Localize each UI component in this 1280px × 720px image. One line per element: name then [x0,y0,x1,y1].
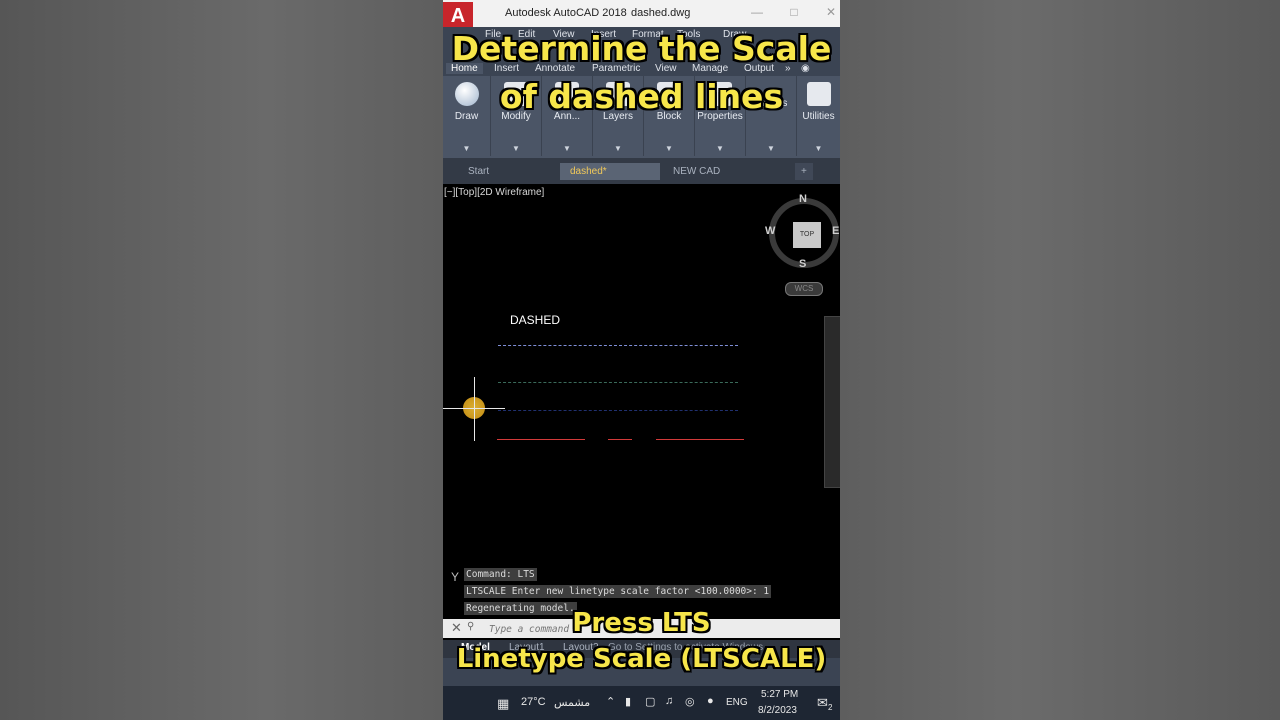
navigation-bar[interactable] [824,316,840,488]
network-icon[interactable]: ◎ [685,695,695,708]
chevron-down-icon[interactable]: ▼ [746,144,796,153]
caption-title-line2: of dashed lines [499,77,784,116]
autocad-window: A Autodesk AutoCAD 2018 dashed.dwg — □ ✕… [443,0,840,720]
compass-west[interactable]: W [765,225,775,237]
battery-icon[interactable]: ▮ [625,695,631,708]
wcs-menu[interactable]: WCS [785,282,823,296]
clock-time[interactable]: 5:27 PM [761,689,798,700]
compass-north[interactable]: N [799,193,807,205]
dashed-line-1[interactable] [498,345,738,347]
add-tab-button[interactable]: + [795,163,813,180]
crosshair-cursor [474,377,475,441]
caption-bottom-line1: Press LTS [572,608,711,638]
caption-bottom-line2: Linetype Scale (LTSCALE) [456,644,827,674]
weather-temp[interactable]: 27°C [521,696,546,708]
dashed-line-3[interactable] [498,410,738,412]
close-icon[interactable]: ✕ [824,5,838,19]
chevron-down-icon[interactable]: ▼ [644,144,694,153]
chevron-down-icon[interactable]: ▼ [797,144,840,153]
clock-date[interactable]: 8/2/2023 [758,705,797,716]
meet-icon[interactable]: ▢ [645,695,655,708]
chevron-down-icon[interactable]: ▼ [695,144,745,153]
microphone-icon[interactable]: ● [707,695,714,707]
doc-tab-dashed[interactable]: dashed* ✕ [560,163,660,194]
maximize-icon[interactable]: □ [787,5,801,19]
viewcube-top[interactable]: TOP [793,222,821,248]
document-tabs: Start dashed* ✕ NEW CAD TEMPLATE* ✕ + [443,158,840,194]
drawing-canvas[interactable]: [−][Top][2D Wireframe] TOP N S E W WCS D… [443,184,840,564]
minimize-icon[interactable]: — [750,5,764,19]
red-dashed-line[interactable] [656,439,744,440]
language-indicator[interactable]: ENG [726,697,748,708]
title-bar: A Autodesk AutoCAD 2018 dashed.dwg — □ ✕ [443,0,840,30]
viewport-controls[interactable]: [−][Top][2D Wireframe] [444,187,544,198]
autocad-logo-icon[interactable]: A [443,2,473,30]
notification-count: 2 [828,703,833,712]
news-icon[interactable]: ▦ [497,696,509,712]
doc-tab-template[interactable]: NEW CAD TEMPLATE* ✕ [663,163,788,194]
notification-icon[interactable]: ✉ [817,695,828,711]
red-dashed-line[interactable] [608,439,632,440]
command-history-line: Command: LTS [464,568,537,581]
app-title: Autodesk AutoCAD 2018 [505,7,627,19]
chevron-up-icon[interactable]: ⌃ [606,695,615,708]
drawing-text-dashed[interactable]: DASHED [510,313,560,327]
volume-icon[interactable]: ♫ [665,695,673,707]
red-dashed-line[interactable] [497,439,585,440]
taskbar: ▦ 27°C مشمس ⌃ ▮ ▢ ♫ ◎ ● ENG 5:27 PM 8/2/… [443,686,840,720]
background-left [0,0,443,720]
chevron-down-icon[interactable]: ▼ [593,144,643,153]
chevron-down-icon[interactable]: ▼ [443,144,490,153]
ucs-icon: Y [451,570,460,584]
chevron-down-icon[interactable]: ▼ [542,144,592,153]
background-right [840,0,1280,720]
command-history-line: LTSCALE Enter new linetype scale factor … [464,585,772,598]
compass-east[interactable]: E [832,225,839,237]
caption-title-line1: Determine the Scale [451,29,832,68]
compass-south[interactable]: S [799,258,806,270]
weather-desc: مشمس [554,697,591,709]
dashed-line-2[interactable] [498,382,738,384]
chevron-down-icon[interactable]: ▼ [491,144,541,153]
doc-tab-start[interactable]: Start [458,163,499,180]
file-name: dashed.dwg [631,7,691,19]
